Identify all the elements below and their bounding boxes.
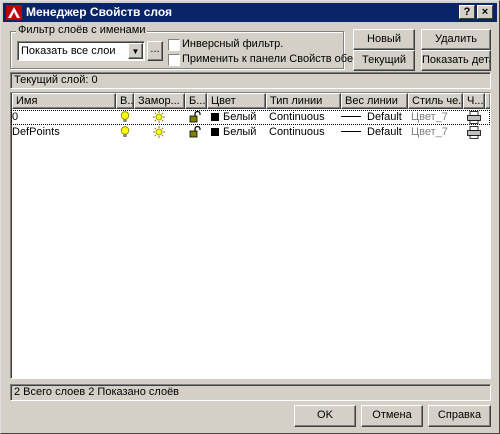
column-header-filler bbox=[485, 93, 490, 109]
lineweight-sample bbox=[341, 131, 361, 132]
color-swatch bbox=[211, 113, 219, 121]
filter-combo-value: Показать все слои bbox=[21, 45, 116, 57]
printer-icon[interactable] bbox=[467, 111, 481, 124]
printer-icon[interactable] bbox=[467, 126, 481, 139]
layer-plotstyle: Цвет_7 bbox=[411, 111, 448, 123]
inverse-filter-label: Инверсный фильтр. bbox=[182, 38, 284, 50]
sun-thawed-icon[interactable] bbox=[153, 126, 165, 139]
filter-combo[interactable]: Показать все слои ▼ bbox=[17, 41, 145, 61]
title-bar[interactable]: Менеджер Свойств слоя ? × bbox=[3, 3, 497, 22]
column-header-plotstyle[interactable]: Стиль че... bbox=[408, 93, 463, 109]
bulb-on-icon[interactable] bbox=[120, 111, 130, 124]
layer-count-status: 2 Всего слоев 2 Показано слоёв bbox=[10, 384, 491, 401]
column-header-plot[interactable]: Ч... bbox=[463, 93, 485, 109]
set-current-button[interactable]: Текущий bbox=[353, 50, 415, 71]
column-header-freeze[interactable]: Замор... bbox=[134, 93, 185, 109]
inverse-filter-checkbox[interactable] bbox=[168, 39, 180, 51]
column-header-lineweight[interactable]: Вес линии bbox=[341, 93, 408, 109]
current-layer-field: Текущий слой: 0 bbox=[10, 72, 491, 89]
filter-group-label: Фильтр слоёв с именами bbox=[16, 24, 148, 36]
column-header-lock[interactable]: Б... bbox=[185, 93, 207, 109]
layer-name: 0 bbox=[12, 111, 19, 123]
close-title-button[interactable]: × bbox=[477, 5, 493, 19]
layer-lineweight[interactable]: Default bbox=[341, 111, 402, 124]
lineweight-label: Default bbox=[367, 126, 402, 138]
help-title-button[interactable]: ? bbox=[459, 5, 475, 19]
bulb-on-icon[interactable] bbox=[120, 126, 130, 139]
layer-color-label: Белый bbox=[223, 126, 257, 138]
unlock-icon[interactable] bbox=[189, 110, 201, 124]
apply-to-properties-label: Применить к панели Свойств обекта. bbox=[182, 53, 373, 65]
filter-browse-button[interactable]: ... bbox=[147, 41, 163, 61]
layer-properties-dialog: Менеджер Свойств слоя ? × Фильтр слоёв с… bbox=[0, 0, 500, 434]
help-button[interactable]: Справка bbox=[428, 405, 491, 427]
sun-thawed-icon[interactable] bbox=[153, 111, 165, 124]
apply-to-properties-checkbox[interactable] bbox=[168, 54, 180, 66]
app-icon bbox=[6, 5, 22, 20]
new-layer-button[interactable]: Новый bbox=[353, 29, 415, 50]
ok-button[interactable]: OK bbox=[294, 405, 356, 427]
layer-lineweight[interactable]: Default bbox=[341, 126, 402, 139]
layer-color-label: Белый bbox=[223, 111, 257, 123]
layer-plotstyle: Цвет_7 bbox=[411, 126, 448, 138]
window-title: Менеджер Свойств слоя bbox=[26, 5, 173, 19]
show-details-button[interactable]: Показать детали bbox=[421, 50, 491, 71]
layer-name: DefPoints bbox=[12, 126, 60, 138]
column-header-on[interactable]: В... bbox=[116, 93, 134, 109]
column-header-name[interactable]: Имя bbox=[12, 93, 116, 109]
layer-list[interactable]: Имя В... Замор... Б... Цвет Тип линии Ве… bbox=[10, 92, 491, 379]
delete-layer-button[interactable]: Удалить bbox=[421, 29, 491, 50]
layer-linetype[interactable]: Continuous bbox=[269, 111, 325, 124]
layer-color[interactable]: Белый bbox=[211, 111, 256, 124]
layer-linetype[interactable]: Continuous bbox=[269, 126, 325, 139]
lineweight-sample bbox=[341, 116, 361, 117]
lineweight-label: Default bbox=[367, 111, 402, 123]
cancel-button[interactable]: Отмена bbox=[361, 405, 423, 427]
column-header-linetype[interactable]: Тип линии bbox=[266, 93, 341, 109]
color-swatch bbox=[211, 128, 219, 136]
column-header-color[interactable]: Цвет bbox=[207, 93, 266, 109]
table-row[interactable]: 0 Белый Continuous Default Цвет_7 bbox=[11, 110, 490, 125]
chevron-down-icon[interactable]: ▼ bbox=[128, 43, 143, 59]
unlock-icon[interactable] bbox=[189, 125, 201, 139]
table-row[interactable]: DefPoints Белый Continuous Default Цвет_… bbox=[11, 125, 490, 140]
layer-color[interactable]: Белый bbox=[211, 126, 256, 139]
